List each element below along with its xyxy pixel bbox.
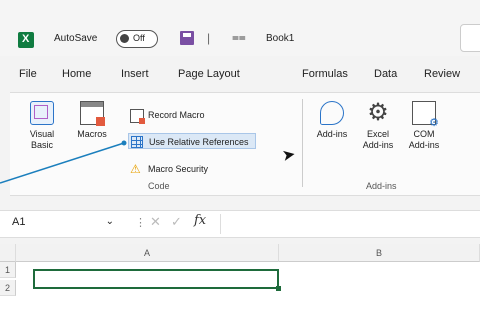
callout-line <box>0 140 127 184</box>
